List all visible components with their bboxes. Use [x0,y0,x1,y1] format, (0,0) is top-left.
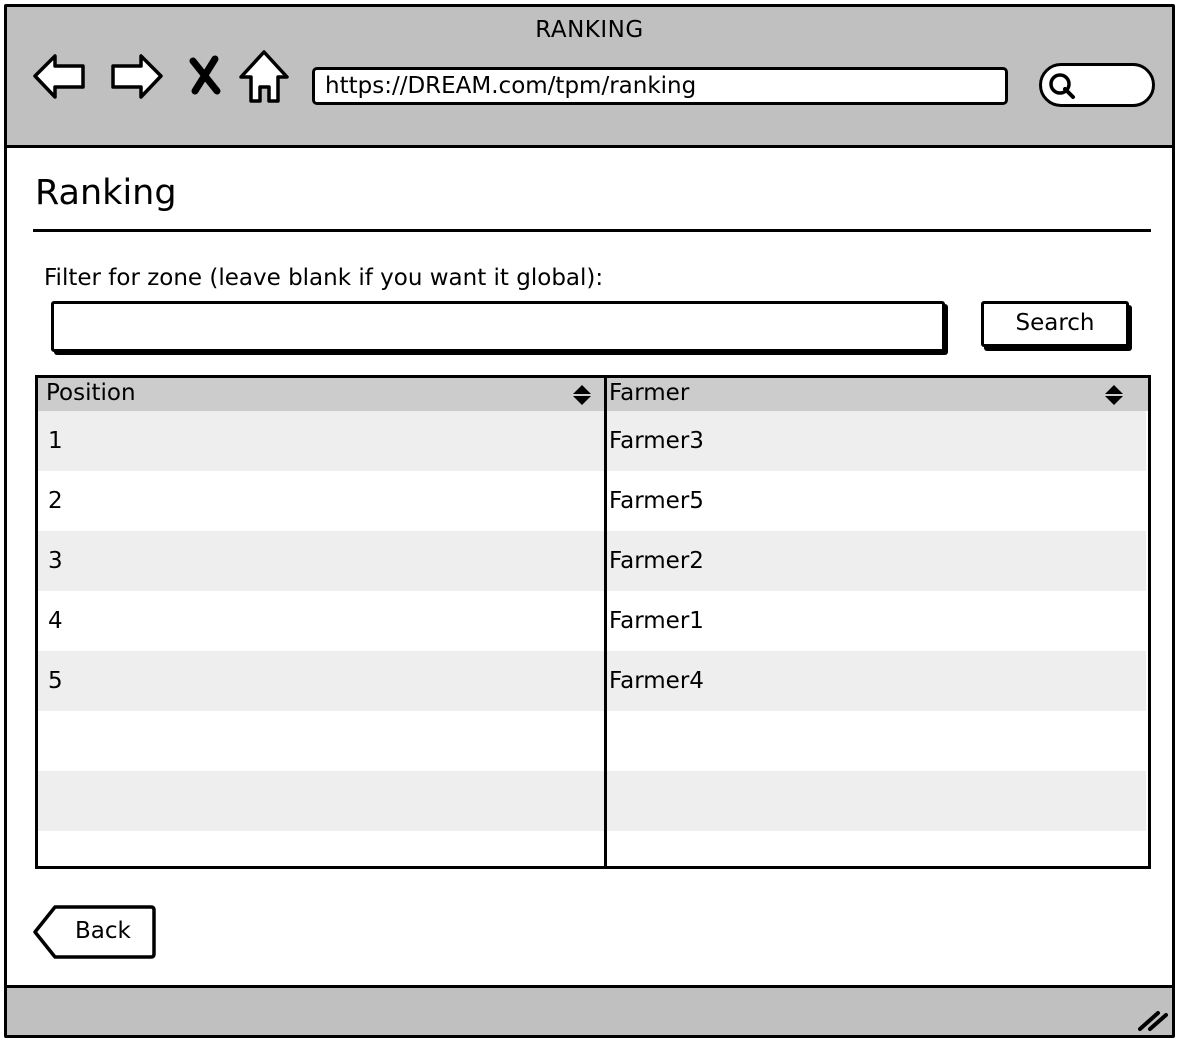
table-row[interactable]: 5 Farmer4 [38,651,1146,711]
table-row[interactable] [38,831,1146,866]
column-header-label: Farmer [609,380,690,406]
close-icon[interactable] [183,47,227,105]
page-title: Ranking [35,173,177,213]
table-row[interactable]: 2 Farmer5 [38,471,1146,531]
zone-filter-input[interactable] [51,301,945,352]
farmer-cell: Farmer2 [609,548,704,574]
table-row[interactable] [38,771,1146,831]
farmer-cell: Farmer1 [609,608,704,634]
column-divider [604,378,607,866]
url-bar[interactable]: https://DREAM.com/tpm/ranking [312,67,1008,105]
table-row[interactable]: 3 Farmer2 [38,531,1146,591]
position-cell: 4 [48,608,63,634]
home-icon[interactable] [235,47,293,105]
position-cell: 2 [48,488,63,514]
search-icon [1049,73,1075,99]
browser-search-field[interactable] [1039,63,1155,107]
sort-icon[interactable] [1104,383,1124,407]
forward-arrow-icon[interactable] [107,47,165,105]
column-header-farmer[interactable]: Farmer [607,378,1148,411]
status-bar [7,985,1172,1035]
back-button-label: Back [75,918,131,944]
table-header: Position Farmer [38,378,1148,411]
filter-label: Filter for zone (leave blank if you want… [44,265,604,291]
farmer-cell: Farmer5 [609,488,704,514]
window-title: RANKING [535,17,644,43]
position-cell: 1 [48,428,63,454]
table-row[interactable]: 1 Farmer3 [38,411,1146,471]
farmer-cell: Farmer4 [609,668,704,694]
position-cell: 3 [48,548,63,574]
position-cell: 5 [48,668,63,694]
back-arrow-icon[interactable] [31,47,89,105]
browser-window: RANKING https://DREAM.com/tpm/ranking Ra… [4,4,1175,1038]
table-row[interactable]: 4 Farmer1 [38,591,1146,651]
column-header-label: Position [46,380,136,406]
resize-grip-icon[interactable] [1136,1003,1170,1033]
search-button[interactable]: Search [981,301,1129,347]
back-button[interactable]: Back [33,905,157,959]
browser-toolbar: RANKING https://DREAM.com/tpm/ranking [7,7,1172,148]
table-row[interactable] [38,711,1146,771]
sort-icon[interactable] [572,383,592,407]
column-header-position[interactable]: Position [38,378,604,411]
title-divider [33,229,1151,232]
farmer-cell: Farmer3 [609,428,704,454]
ranking-table: Position Farmer 1 Farmer3 2 Farmer5 3 Fa… [35,375,1151,869]
